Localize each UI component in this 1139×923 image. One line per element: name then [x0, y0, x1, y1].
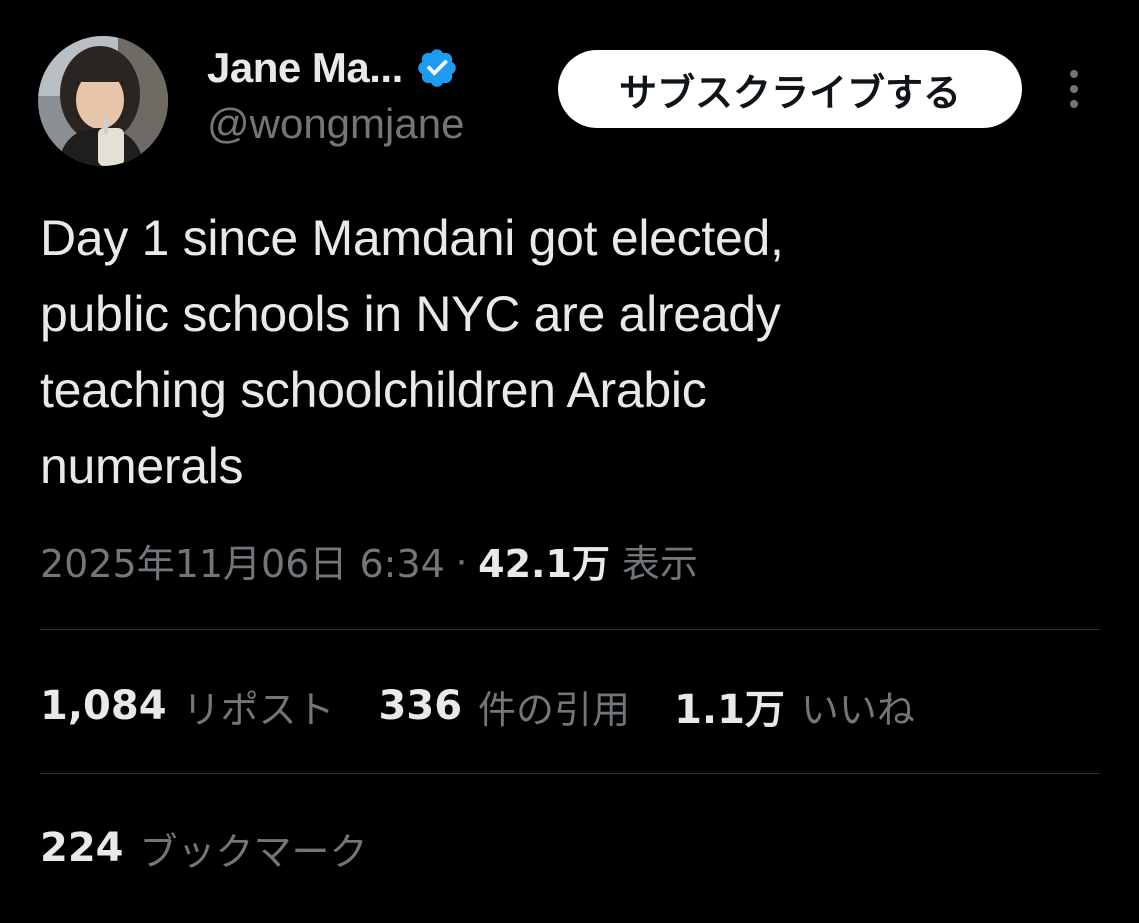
meta-separator: ·: [454, 537, 469, 582]
stats-row: 1,084 リポスト 336 件の引用 1.1万 いいね: [40, 676, 959, 736]
views-label: 表示: [621, 541, 698, 586]
likes-count: 1.1万: [674, 687, 785, 733]
divider: [40, 629, 1100, 630]
bookmarks-label: ブックマーク: [139, 829, 368, 874]
avatar[interactable]: [38, 36, 168, 166]
verified-badge-icon: [417, 49, 456, 87]
display-name[interactable]: Jane Ma...: [207, 44, 403, 92]
bookmarks-row: 224 ブックマーク: [40, 818, 412, 878]
views-count: 42.1万: [478, 541, 610, 586]
avatar-image: [38, 36, 168, 166]
likes-label: いいね: [800, 687, 915, 732]
reposts-label: リポスト: [182, 687, 335, 732]
quotes-stat[interactable]: 336 件の引用: [379, 679, 631, 734]
reposts-stat[interactable]: 1,084 リポスト: [40, 679, 335, 734]
more-dot: [1070, 100, 1078, 108]
quotes-label: 件の引用: [478, 687, 631, 732]
name-row: Jane Ma...: [207, 42, 459, 94]
subscribe-button[interactable]: サブスクライブする: [558, 50, 1022, 128]
tweet-text-line: teaching schoolchildren Arabic: [40, 362, 707, 418]
bookmarks-count: 224: [40, 825, 124, 871]
likes-stat[interactable]: 1.1万 いいね: [674, 677, 915, 735]
quotes-count: 336: [378, 683, 463, 729]
tweet-meta: 2025年11月06日 6:34 · 42.1万 表示: [40, 530, 698, 590]
bookmarks-stat[interactable]: 224 ブックマーク: [40, 821, 368, 876]
tweet-text-line: public schools in NYC are already: [40, 286, 781, 342]
more-dot: [1070, 85, 1078, 93]
more-dot: [1070, 70, 1078, 78]
tweet-text-line: Day 1 since Mamdani got elected,: [40, 210, 784, 266]
more-vertical-icon[interactable]: [1052, 62, 1096, 116]
handle[interactable]: @wongmjane: [207, 100, 464, 148]
reposts-count: 1,084: [40, 683, 167, 729]
tweet-text: Day 1 since Mamdani got elected, public …: [40, 200, 1100, 504]
divider: [40, 773, 1100, 774]
tweet-header: Jane Ma... @wongmjane サブスクライブする: [0, 0, 1139, 180]
tweet-text-line: numerals: [40, 438, 244, 494]
timestamp[interactable]: 2025年11月06日 6:34: [40, 533, 445, 588]
